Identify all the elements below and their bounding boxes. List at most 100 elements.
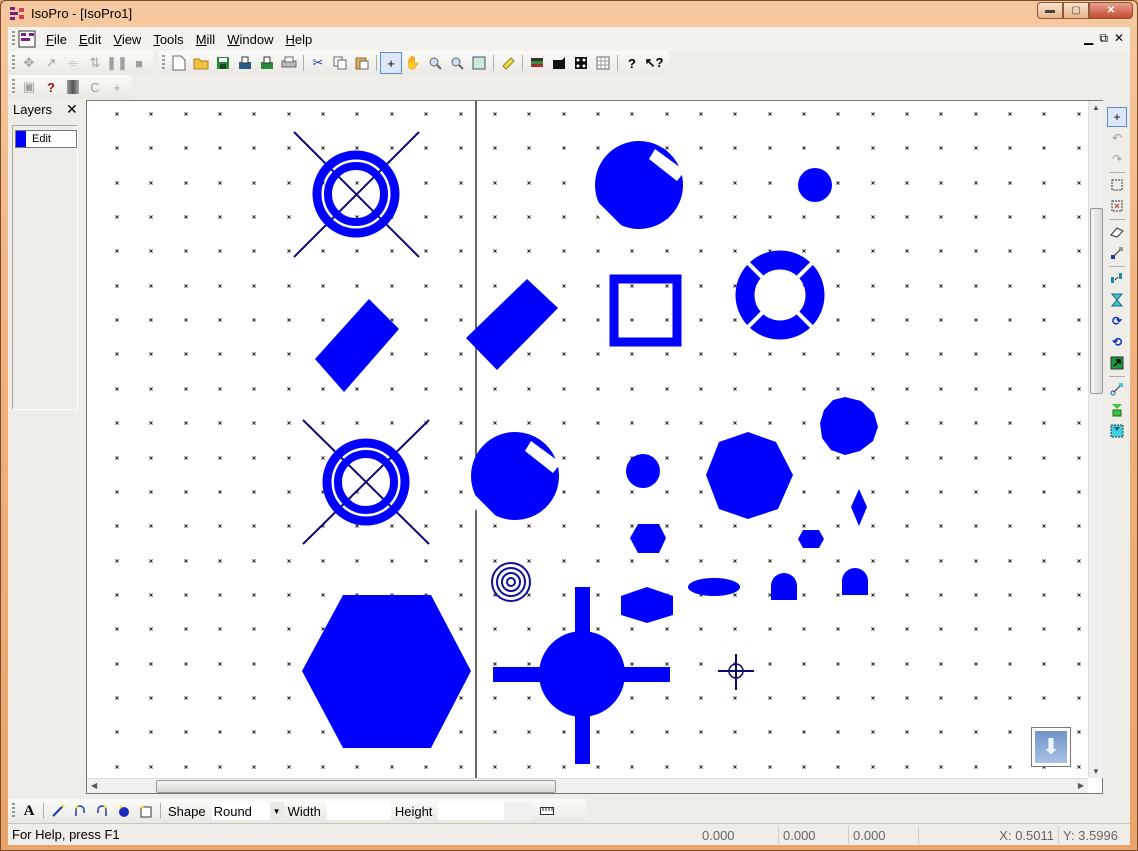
mdi-minimize-button[interactable]: ▁ xyxy=(1084,31,1093,46)
import-icon[interactable] xyxy=(256,52,278,74)
flip-icon[interactable]: ⇅ xyxy=(84,52,106,74)
unit-field[interactable] xyxy=(504,802,533,820)
layer-item[interactable]: Edit xyxy=(15,130,77,148)
undo-icon[interactable]: ↶ xyxy=(1107,128,1127,148)
line-arrow-icon[interactable]: ↗ xyxy=(40,52,62,74)
vertical-scrollbar[interactable]: ▲ ▼ xyxy=(1088,101,1103,778)
pad-icon[interactable] xyxy=(548,52,570,74)
vertical-scroll-thumb[interactable] xyxy=(1090,208,1103,394)
open-folder-icon[interactable] xyxy=(190,52,212,74)
diamond-shape[interactable] xyxy=(851,489,867,526)
octagon-large-shape[interactable] xyxy=(706,432,793,519)
target-pad-shape[interactable] xyxy=(293,131,420,258)
pause-icon[interactable]: ❚❚ xyxy=(106,52,128,74)
toolbar-grip[interactable] xyxy=(12,803,15,819)
render-icon[interactable]: ▣ xyxy=(18,76,40,98)
ring-thermal-shape[interactable] xyxy=(735,250,825,340)
horizontal-scroll-thumb[interactable] xyxy=(156,780,556,793)
arc-ccw-icon[interactable] xyxy=(91,800,113,822)
toolbar-grip[interactable] xyxy=(12,79,15,95)
drag-icon[interactable]: ⌯ xyxy=(62,52,84,74)
zoom-out-icon[interactable] xyxy=(446,52,468,74)
scroll-right-arrow[interactable]: ▶ xyxy=(1078,781,1084,790)
c-label-button[interactable]: C xyxy=(84,76,106,98)
close-button[interactable]: ✕ xyxy=(1089,2,1133,19)
height-input[interactable] xyxy=(438,802,505,820)
scroll-left-arrow[interactable]: ◀ xyxy=(91,781,97,790)
export-arrow-icon[interactable] xyxy=(1107,353,1127,373)
scroll-up-arrow[interactable]: ▲ xyxy=(1092,103,1100,112)
move-icon[interactable]: ✥ xyxy=(18,52,40,74)
plus-icon[interactable]: + xyxy=(106,76,128,98)
hexagon-large-shape[interactable] xyxy=(302,595,471,748)
mdi-close-button[interactable]: ✕ xyxy=(1114,31,1124,46)
stop-icon[interactable]: ■ xyxy=(128,52,150,74)
mdi-restore-button[interactable]: ⧉ xyxy=(1099,31,1108,46)
save-icon[interactable] xyxy=(212,52,234,74)
redo-icon[interactable]: ↷ xyxy=(1107,149,1127,169)
document-icon[interactable] xyxy=(18,30,36,48)
print-icon[interactable] xyxy=(278,52,300,74)
layers-close-icon[interactable]: ✕ xyxy=(66,101,78,118)
arc-cw-icon[interactable] xyxy=(69,800,91,822)
select-rect-icon[interactable] xyxy=(1107,175,1127,195)
table-icon[interactable] xyxy=(592,52,614,74)
circle-pad-shape[interactable] xyxy=(798,168,832,202)
eraser-icon[interactable] xyxy=(1107,222,1127,242)
menu-edit[interactable]: Edit xyxy=(75,32,109,47)
units-ruler-icon[interactable] xyxy=(536,800,558,822)
hexagon-small-shape[interactable] xyxy=(630,524,666,553)
context-help-icon[interactable]: ↖? xyxy=(643,52,665,74)
zoom-fit-icon[interactable] xyxy=(468,52,490,74)
oval-pad-shape[interactable] xyxy=(688,578,740,596)
scroll-down-nav-button[interactable]: ⬇ xyxy=(1031,727,1071,767)
polygon-pad-shape[interactable] xyxy=(820,397,878,455)
shape-dropdown-arrow[interactable]: ▼ xyxy=(269,802,284,820)
pan-hand-icon[interactable]: ✋ xyxy=(402,52,424,74)
connect-icon[interactable] xyxy=(1107,243,1127,263)
toolbar-grip[interactable] xyxy=(12,55,15,71)
d-shape-pad[interactable] xyxy=(771,573,797,600)
line-draw-icon[interactable] xyxy=(47,800,69,822)
square-outline-shape[interactable] xyxy=(609,274,682,347)
copy-icon[interactable] xyxy=(329,52,351,74)
funnel-select-icon[interactable] xyxy=(1107,421,1127,441)
hexagon-elongated-shape[interactable] xyxy=(621,587,673,623)
rect-draw-icon[interactable] xyxy=(135,800,157,822)
minimize-button[interactable]: ▬ xyxy=(1037,2,1063,19)
paste-icon[interactable] xyxy=(351,52,373,74)
menu-mill[interactable]: Mill xyxy=(192,32,224,47)
menu-window[interactable]: Window xyxy=(223,32,281,47)
node-link-icon[interactable] xyxy=(1107,379,1127,399)
thermal-circle-shape[interactable] xyxy=(467,432,561,525)
help-icon[interactable]: ? xyxy=(621,52,643,74)
deselect-rect-icon[interactable] xyxy=(1107,196,1127,216)
drawing-canvas[interactable] xyxy=(86,100,1103,794)
rotated-rect-shape[interactable] xyxy=(466,279,558,370)
menu-view[interactable]: View xyxy=(109,32,149,47)
gradient-icon[interactable] xyxy=(62,76,84,98)
hexagon-small-shape[interactable] xyxy=(798,530,824,548)
maximize-button[interactable]: ▢ xyxy=(1063,2,1089,19)
menu-tools[interactable]: Tools xyxy=(149,32,191,47)
circle-pad-shape[interactable] xyxy=(626,454,660,488)
text-tool-button[interactable]: A xyxy=(18,800,40,822)
canvas-svg[interactable] xyxy=(87,101,1103,794)
shape-select[interactable]: Round xyxy=(211,802,270,820)
layers-icon[interactable] xyxy=(526,52,548,74)
circle-draw-icon[interactable] xyxy=(113,800,135,822)
hourglass-flip-icon[interactable] xyxy=(1107,290,1127,310)
toolbar-grip[interactable] xyxy=(12,31,15,47)
menu-help[interactable]: Help xyxy=(281,32,320,47)
select-crosshair-icon[interactable]: + xyxy=(1107,107,1127,127)
funnel-down-icon[interactable] xyxy=(1107,400,1127,420)
rotate-cw-icon[interactable]: ⟳ xyxy=(1107,311,1127,331)
d-shape-pad[interactable] xyxy=(842,568,868,595)
crosshair-marker[interactable] xyxy=(718,654,754,690)
zoom-in-icon[interactable] xyxy=(424,52,446,74)
scroll-down-arrow[interactable]: ▼ xyxy=(1092,767,1100,776)
target-pad-shape[interactable] xyxy=(302,419,430,545)
array-icon[interactable] xyxy=(570,52,592,74)
crosshair-icon[interactable]: + xyxy=(380,52,402,74)
title-bar[interactable]: IsoPro - [IsoPro1] ▬ ▢ ✕ xyxy=(1,1,1137,27)
